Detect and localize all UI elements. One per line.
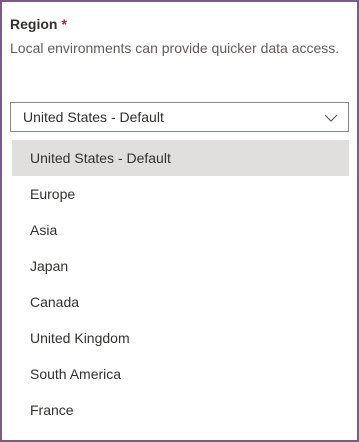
region-panel: Region * Local environments can provide q… <box>0 0 359 442</box>
chevron-down-icon <box>324 114 338 122</box>
dropdown-selected-value: United States - Default <box>23 109 164 125</box>
field-label: Region * <box>10 16 67 32</box>
region-label: Region <box>10 16 58 32</box>
region-options-list: United States - Default Europe Asia Japa… <box>12 140 349 428</box>
required-marker: * <box>61 16 67 32</box>
option-france[interactable]: France <box>12 392 349 428</box>
option-japan[interactable]: Japan <box>12 248 349 284</box>
option-canada[interactable]: Canada <box>12 284 349 320</box>
option-united-states-default[interactable]: United States - Default <box>12 140 349 176</box>
option-asia[interactable]: Asia <box>12 212 349 248</box>
field-description: Local environments can provide quicker d… <box>10 40 340 56</box>
option-south-america[interactable]: South America <box>12 356 349 392</box>
region-dropdown[interactable]: United States - Default <box>10 102 349 132</box>
option-united-kingdom[interactable]: United Kingdom <box>12 320 349 356</box>
option-europe[interactable]: Europe <box>12 176 349 212</box>
